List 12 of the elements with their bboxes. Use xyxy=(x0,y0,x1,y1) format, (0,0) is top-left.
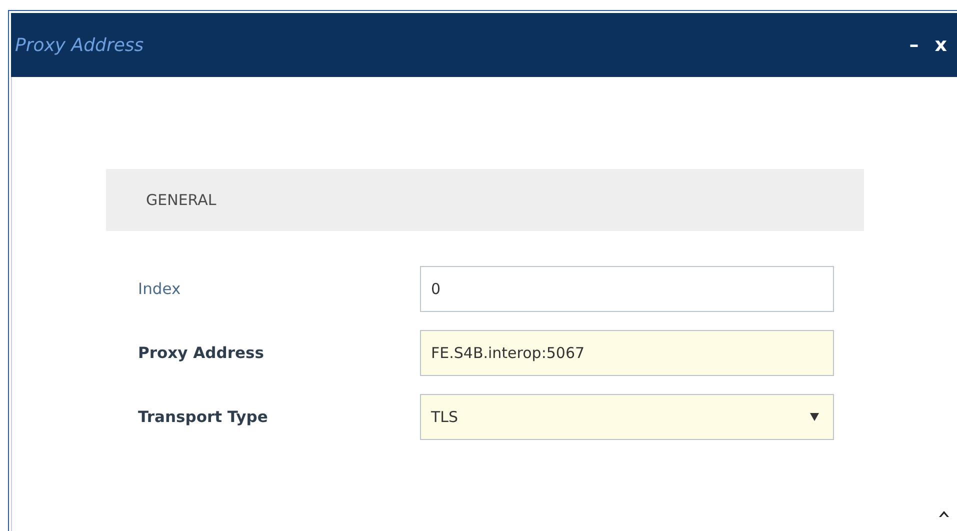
input-field[interactable]: 0 xyxy=(420,266,834,312)
field-label: Index xyxy=(137,280,182,298)
field-label: Transport Type xyxy=(137,408,269,426)
dropdown[interactable]: TLS xyxy=(420,394,834,440)
section-title: GENERAL xyxy=(146,191,216,209)
close-button[interactable]: x xyxy=(930,34,951,56)
caret-icon xyxy=(810,413,819,421)
field-label: Proxy Address xyxy=(137,344,265,362)
window-title: Proxy Address xyxy=(15,34,144,56)
chevron-up-icon[interactable] xyxy=(939,510,949,517)
minimize-button[interactable]: – xyxy=(905,34,923,56)
input-field[interactable]: FE.S4B.interop:5067 xyxy=(420,330,834,376)
